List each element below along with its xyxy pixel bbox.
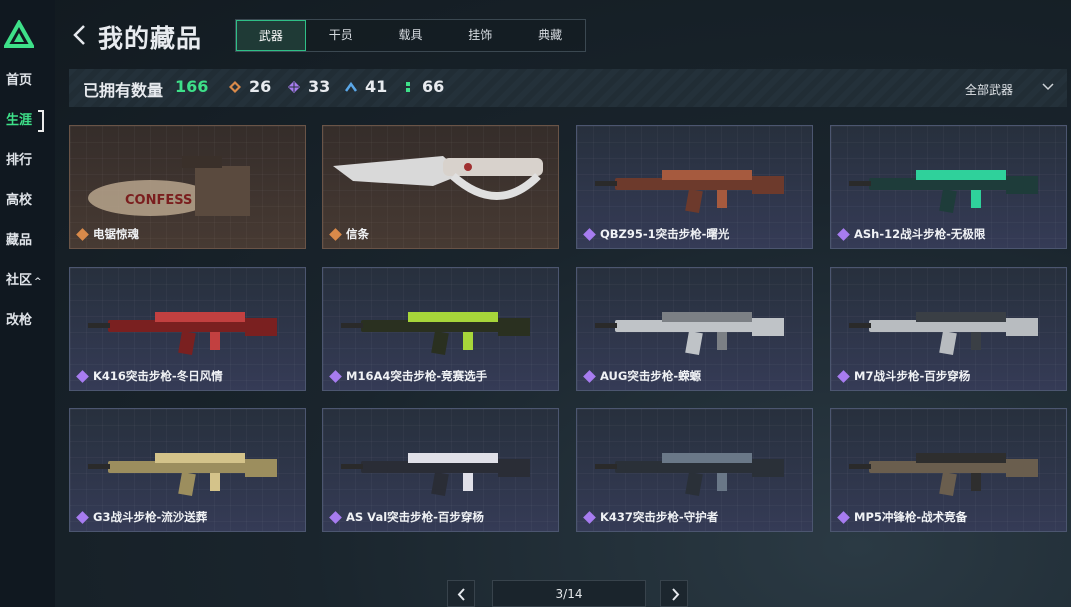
epic-rarity-icon	[583, 227, 596, 241]
legendary-count-value: 26	[249, 77, 272, 96]
collection-item-card[interactable]: AUG突击步枪-蝾螈	[576, 267, 813, 391]
sidebar-item-gunsmith[interactable]: 改枪	[6, 310, 32, 332]
collection-stats-bar: 已拥有数量 166 26 33 41 66 全部武器	[69, 69, 1067, 107]
item-name: AUG突击步枪-蝾螈	[600, 369, 702, 383]
item-label: K437突击步枪-守护者	[583, 509, 719, 525]
epic-rarity-icon	[583, 510, 596, 524]
sidebar-item-career[interactable]: 生涯	[6, 110, 32, 132]
sidebar: 首页 生涯 排行 高校 藏品 社区 ^ 改枪	[0, 0, 55, 607]
epic-rarity-icon	[837, 227, 850, 241]
epic-rarity-icon	[837, 510, 850, 524]
item-name: 信条	[346, 227, 369, 241]
item-label: G3战斗步枪-流沙送葬	[76, 509, 208, 525]
chevron-left-icon	[457, 588, 465, 601]
sidebar-item-label: 生涯	[6, 113, 33, 128]
uncommon-rarity-icon	[406, 81, 410, 92]
chevron-right-icon	[672, 588, 680, 601]
collection-item-card[interactable]: M7战斗步枪-百步穿杨	[830, 267, 1067, 391]
rare-rarity-icon	[345, 81, 357, 92]
chevron-down-icon[interactable]	[1041, 80, 1055, 94]
item-label: QBZ95-1突击步枪-曙光	[583, 226, 730, 242]
page-title: 我的藏品	[98, 24, 203, 53]
weapon-filter-dropdown[interactable]: 全部武器	[965, 81, 1013, 98]
collection-item-card[interactable]: MP5冲锋枪-战术竞备	[830, 408, 1067, 532]
epic-rarity-icon	[329, 369, 342, 383]
sidebar-item-home[interactable]: 首页	[6, 70, 32, 92]
item-name: M16A4突击步枪-竞赛选手	[346, 369, 488, 383]
item-label: AS Val突击步枪-百步穿杨	[329, 509, 484, 525]
collection-item-card[interactable]: M16A4突击步枪-竞赛选手	[322, 267, 559, 391]
rare-count-value: 41	[365, 77, 388, 96]
legendary-rarity-icon	[76, 227, 89, 241]
uncommon-count: 66	[402, 77, 444, 96]
epic-rarity-icon	[583, 369, 596, 383]
game-logo-icon[interactable]	[4, 20, 34, 50]
collection-item-card[interactable]: G3战斗步枪-流沙送葬	[69, 408, 306, 532]
epic-count: 33	[288, 77, 330, 96]
item-name: K437突击步枪-守护者	[600, 510, 719, 524]
tab-vehicles[interactable]: 载具	[376, 20, 446, 51]
collection-item-card[interactable]: K416突击步枪-冬日风情	[69, 267, 306, 391]
uncommon-count-value: 66	[422, 77, 445, 96]
epic-rarity-icon	[837, 369, 850, 383]
item-label: AUG突击步枪-蝾螈	[583, 368, 702, 384]
collection-item-card[interactable]: CONFESS 电锯惊魂	[69, 125, 306, 249]
collection-item-card[interactable]: AS Val突击步枪-百步穿杨	[322, 408, 559, 532]
item-name: AS Val突击步枪-百步穿杨	[346, 510, 484, 524]
epic-rarity-icon	[76, 369, 89, 383]
sidebar-item-ranking[interactable]: 排行	[6, 150, 32, 172]
sidebar-item-label: 社区	[6, 273, 33, 288]
caret-up-icon: ^	[34, 277, 42, 287]
active-indicator	[38, 110, 44, 132]
collection-item-card[interactable]: QBZ95-1突击步枪-曙光	[576, 125, 813, 249]
item-label: M16A4突击步枪-竞赛选手	[329, 368, 488, 384]
item-label: 信条	[329, 226, 369, 242]
tab-operators[interactable]: 干员	[306, 20, 376, 51]
collection-item-card[interactable]: K437突击步枪-守护者	[576, 408, 813, 532]
sidebar-item-collection[interactable]: 藏品	[6, 230, 32, 252]
epic-rarity-icon	[76, 510, 89, 524]
item-name: 电锯惊魂	[93, 227, 139, 241]
epic-rarity-icon	[329, 510, 342, 524]
item-name: MP5冲锋枪-战术竞备	[854, 510, 968, 524]
legendary-rarity-icon	[329, 227, 342, 241]
tab-weapons[interactable]: 武器	[236, 20, 306, 51]
item-label: 电锯惊魂	[76, 226, 139, 242]
sidebar-item-community[interactable]: 社区 ^	[6, 270, 42, 292]
legendary-count: 26	[229, 77, 271, 96]
item-label: MP5冲锋枪-战术竞备	[837, 509, 968, 525]
tab-archive[interactable]: 典藏	[515, 20, 585, 51]
sidebar-item-college[interactable]: 高校	[6, 190, 32, 212]
rare-count: 41	[345, 77, 387, 96]
chevron-left-icon[interactable]	[70, 22, 90, 48]
item-name: ASh-12战斗步枪-无极限	[854, 227, 986, 241]
owned-label: 已拥有数量	[83, 81, 164, 100]
owned-count: 166	[175, 77, 209, 96]
tab-charms[interactable]: 挂饰	[445, 20, 515, 51]
prev-page-button[interactable]	[447, 580, 475, 607]
category-tabs: 武器 干员 载具 挂饰 典藏	[235, 19, 586, 52]
item-label: ASh-12战斗步枪-无极限	[837, 226, 986, 242]
item-name: G3战斗步枪-流沙送葬	[93, 510, 208, 524]
page-indicator: 3/14	[492, 580, 646, 607]
item-name: M7战斗步枪-百步穿杨	[854, 369, 971, 383]
svg-text:CONFESS: CONFESS	[125, 193, 192, 208]
next-page-button[interactable]	[660, 580, 688, 607]
item-name: QBZ95-1突击步枪-曙光	[600, 227, 730, 241]
epic-rarity-icon	[288, 80, 300, 93]
epic-count-value: 33	[308, 77, 331, 96]
collection-item-card[interactable]: 信条	[322, 125, 559, 249]
item-label: M7战斗步枪-百步穿杨	[837, 368, 971, 384]
item-label: K416突击步枪-冬日风情	[76, 368, 223, 384]
item-name: K416突击步枪-冬日风情	[93, 369, 223, 383]
collection-item-card[interactable]: ASh-12战斗步枪-无极限	[830, 125, 1067, 249]
legendary-rarity-icon	[229, 80, 241, 93]
